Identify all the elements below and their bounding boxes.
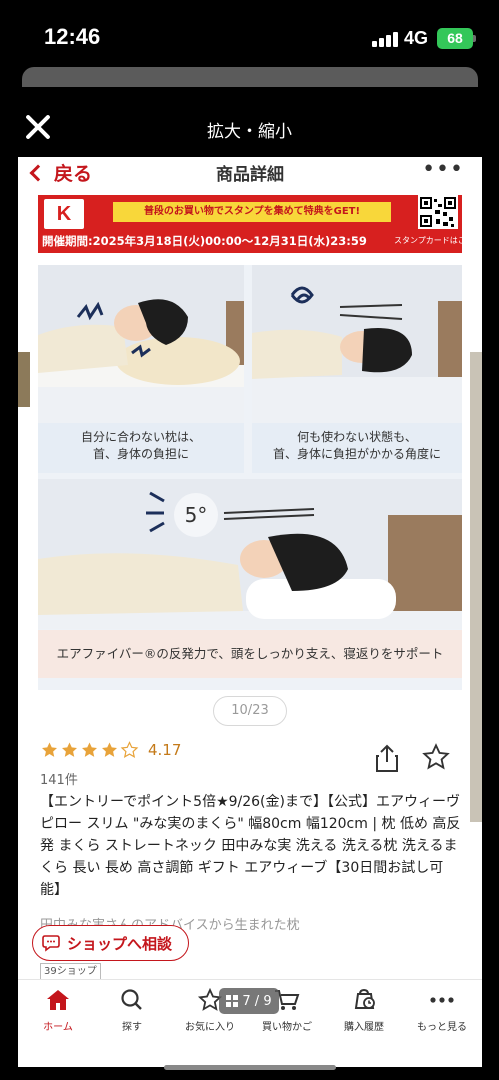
star-filled-icon bbox=[102, 742, 117, 757]
tab-more[interactable]: もっと見る bbox=[402, 988, 482, 1033]
product-title: 【エントリーでポイント5倍★9/26(金)まで】【公式】エアウィーヴ ピロー ス… bbox=[40, 794, 461, 898]
shop-tag-badge: 39ショップ bbox=[40, 963, 101, 980]
caption-bottom: エアファイバー®の反発力で、頭をしっかり支え、寝返りをサポート bbox=[38, 630, 462, 678]
tab-favorites-label: お気に入り bbox=[185, 1022, 235, 1033]
qr-code-icon bbox=[418, 195, 458, 229]
caption-left: 自分に合わない枕は、 首、身体の負担に bbox=[38, 423, 244, 473]
pillow-illustration-left bbox=[38, 265, 244, 423]
tab-history-label: 購入履歴 bbox=[344, 1022, 384, 1033]
screenshot-frame[interactable]: 戻る 商品詳細 ••• K 普段のお買い物でスタンプを集めて特典をGET! 開催… bbox=[18, 157, 482, 1067]
star-filled-icon bbox=[62, 742, 77, 757]
status-bar: 12:46 4G 68 bbox=[0, 0, 499, 70]
review-count[interactable]: 141件 bbox=[40, 769, 78, 788]
chat-bubble-icon bbox=[42, 935, 60, 952]
product-image[interactable]: 自分に合わない枕は、 首、身体の負担に 何も使わない状態も、 首、身体に負担がか… bbox=[38, 265, 462, 690]
caption-right-line2: 首、身体に負担がかかる角度に bbox=[272, 447, 441, 461]
more-icon bbox=[430, 997, 454, 1003]
page-title: 商品詳細 bbox=[216, 165, 284, 185]
rating-row[interactable]: 4.17 bbox=[40, 741, 181, 759]
history-icon bbox=[354, 988, 375, 1009]
caption-right: 何も使わない状態も、 首、身体に負担がかかる角度に bbox=[252, 423, 462, 473]
image-counter-label: 7 / 9 bbox=[242, 993, 272, 1009]
rating-value: 4.17 bbox=[148, 741, 182, 759]
next-image-edge bbox=[470, 352, 482, 822]
tab-history[interactable]: 購入履歴 bbox=[324, 988, 404, 1033]
tab-more-label: もっと見る bbox=[417, 1022, 467, 1033]
background-card bbox=[22, 67, 478, 87]
app-header: 戻る 商品詳細 ••• bbox=[18, 157, 482, 193]
promo-period: 開催期間:2025年3月18日(火)00:00〜12月31日(水)23:59 bbox=[42, 234, 367, 248]
promo-banner[interactable]: K 普段のお買い物でスタンプを集めて特典をGET! 開催期間:2025年3月18… bbox=[38, 195, 482, 253]
status-time: 12:46 bbox=[44, 24, 101, 49]
favorite-star-icon[interactable] bbox=[422, 743, 450, 771]
tab-search[interactable]: 探す bbox=[92, 988, 172, 1033]
caption-right-line1: 何も使わない状態も、 bbox=[297, 430, 417, 444]
tab-home[interactable]: ホーム bbox=[18, 988, 98, 1033]
viewer-title: 拡大・縮小 bbox=[207, 122, 292, 142]
more-menu-icon[interactable]: ••• bbox=[422, 157, 464, 182]
network-type: 4G bbox=[404, 28, 429, 48]
shop-chat-label: ショップへ相談 bbox=[67, 934, 173, 953]
battery-tip bbox=[473, 35, 476, 42]
viewer-header: 拡大・縮小 bbox=[0, 95, 499, 159]
tab-home-label: ホーム bbox=[43, 1022, 73, 1033]
star-filled-icon bbox=[82, 742, 97, 757]
tab-cart-label: 買い物かご bbox=[262, 1022, 312, 1033]
angle-label: 5° bbox=[184, 503, 208, 527]
home-indicator[interactable] bbox=[164, 1065, 336, 1070]
share-icon[interactable] bbox=[374, 743, 400, 773]
image-counter: 7 / 9 bbox=[219, 988, 279, 1014]
promo-headline: 普段のお買い物でスタンプを集めて特典をGET! bbox=[113, 202, 391, 222]
tab-search-label: 探す bbox=[122, 1022, 142, 1033]
star-empty-icon bbox=[120, 741, 139, 759]
prev-image-edge bbox=[18, 352, 30, 407]
battery-icon: 68 bbox=[437, 28, 473, 49]
pillow-illustration-main: 5° bbox=[38, 479, 462, 629]
search-icon bbox=[121, 989, 142, 1010]
caption-left-line1: 自分に合わない枕は、 bbox=[80, 430, 201, 444]
shop-chat-button[interactable]: ショップへ相談 bbox=[32, 925, 189, 961]
pillow-illustration-right bbox=[252, 265, 462, 423]
star-filled-icon bbox=[42, 742, 57, 757]
caption-left-line2: 首、身体の負担に bbox=[92, 447, 189, 461]
grid-icon bbox=[226, 995, 239, 1007]
image-page-indicator: 10/23 bbox=[213, 696, 287, 726]
promo-logo: K bbox=[44, 199, 84, 229]
stamp-card-link[interactable]: スタンプカードはこちら bbox=[394, 235, 482, 246]
home-icon bbox=[47, 990, 69, 1010]
signal-icon bbox=[372, 31, 400, 47]
